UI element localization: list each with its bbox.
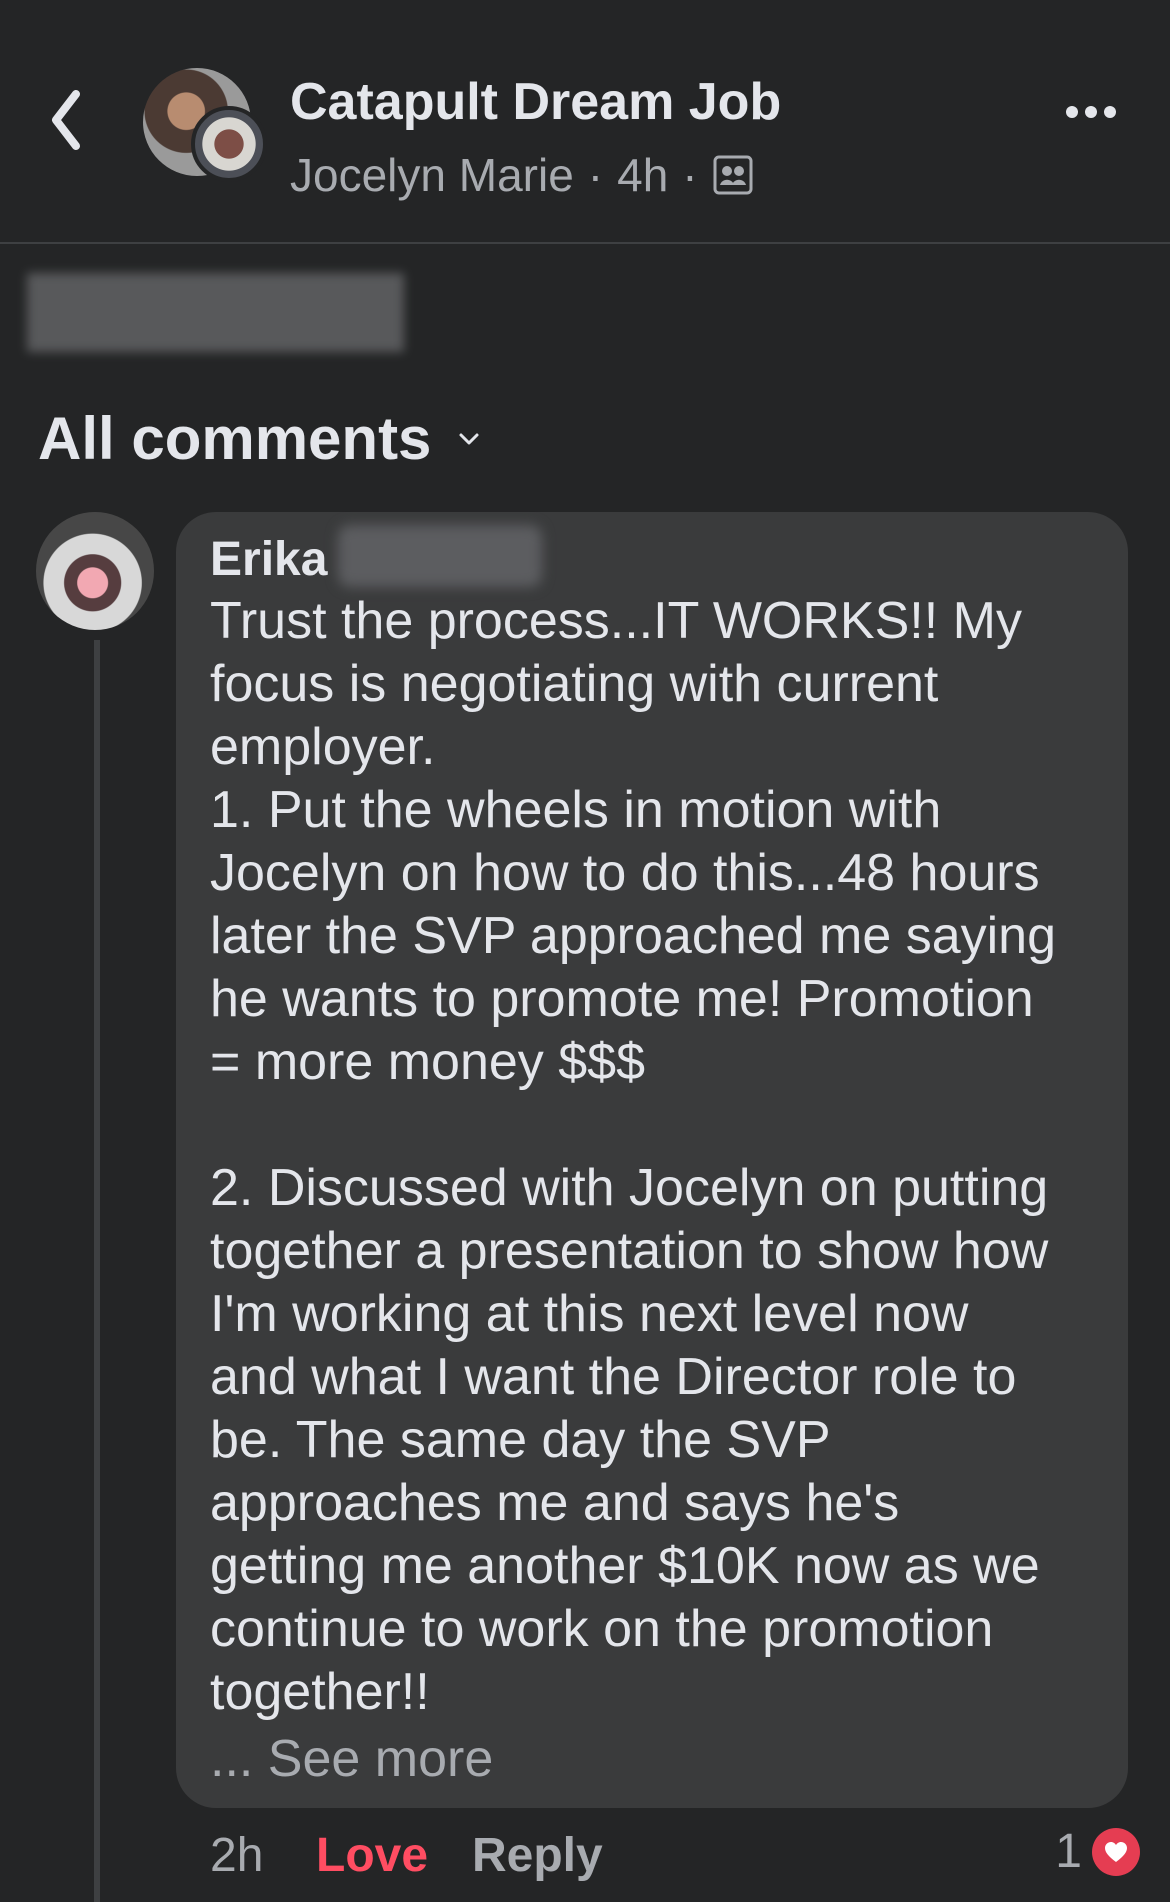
commenter-avatar[interactable] bbox=[36, 512, 154, 630]
all-comments-label: All comments bbox=[38, 405, 432, 472]
love-button[interactable]: Love bbox=[316, 1828, 428, 1883]
group-icon bbox=[713, 155, 753, 195]
comment-body: Trust the process...IT WORKS!! My focus … bbox=[210, 592, 1057, 1721]
header-divider bbox=[0, 242, 1170, 244]
more-options-icon[interactable] bbox=[1066, 100, 1122, 124]
separator-dot: · bbox=[682, 149, 698, 201]
author-avatar bbox=[191, 106, 267, 182]
chevron-down-icon bbox=[459, 433, 479, 444]
blurred-post-content bbox=[27, 273, 404, 352]
group-title[interactable]: Catapult Dream Job bbox=[290, 72, 781, 132]
comment-actions: 2h Love Reply 1 bbox=[210, 1820, 1140, 1890]
separator-dot: · bbox=[587, 149, 604, 201]
heart-icon bbox=[1092, 1827, 1140, 1876]
author-name[interactable]: Jocelyn Marie bbox=[290, 148, 574, 202]
see-more-link[interactable]: ... See more bbox=[210, 1728, 493, 1791]
comment-time: 2h bbox=[210, 1829, 264, 1882]
comments-filter[interactable]: All comments bbox=[38, 404, 483, 473]
reply-button[interactable]: Reply bbox=[472, 1828, 603, 1883]
chevron-left-icon[interactable] bbox=[44, 80, 94, 160]
reaction-count: 1 bbox=[1055, 1825, 1082, 1878]
post-time: 4h bbox=[617, 149, 669, 201]
group-avatar[interactable] bbox=[143, 68, 267, 190]
reaction-summary[interactable]: 1 bbox=[1055, 1824, 1140, 1879]
commenter-name[interactable]: Erika bbox=[210, 532, 327, 587]
blurred-last-name bbox=[338, 525, 542, 587]
post-header: Catapult Dream Job Jocelyn Marie · 4h · bbox=[0, 0, 1170, 243]
comment-thread-line bbox=[94, 640, 100, 1902]
post-meta: Jocelyn Marie · 4h · bbox=[290, 148, 754, 202]
